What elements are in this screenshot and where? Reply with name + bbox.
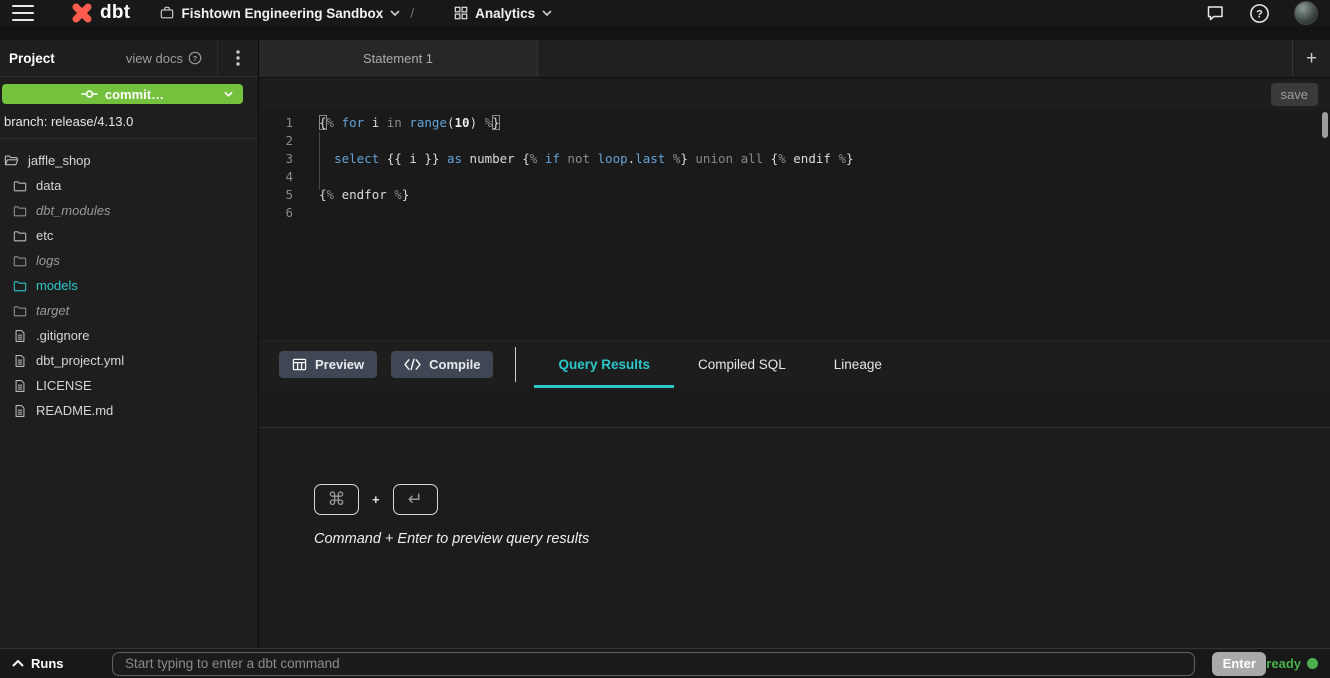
chat-icon[interactable] [1205, 3, 1225, 23]
file-icon [13, 354, 27, 368]
svg-text:?: ? [1256, 8, 1263, 20]
enter-key-icon: ↵ [393, 484, 438, 515]
command-bar: Runs Enter ready [0, 648, 1330, 678]
tree-item-jaffle-shop[interactable]: jaffle_shop [0, 148, 258, 173]
tree-item-gitignore[interactable]: .gitignore [0, 323, 258, 348]
command-key-icon: ⌘ [314, 484, 359, 515]
commit-button[interactable]: commit… [2, 84, 243, 104]
tab-query-results[interactable]: Query Results [534, 341, 674, 388]
folder-icon [13, 204, 27, 218]
plus-separator: + [372, 492, 380, 507]
brand-text: dbt [100, 2, 130, 24]
folder-icon [13, 304, 27, 318]
file-icon [13, 404, 27, 418]
results-toolbar: Preview Compile Query Results Compiled S… [259, 341, 1330, 388]
git-commit-icon [81, 88, 98, 100]
dbt-logo[interactable]: dbt [70, 1, 130, 25]
new-tab-button[interactable]: + [1292, 40, 1330, 77]
editor-gutter: 123456 [259, 110, 293, 340]
code-editor[interactable]: 123456 {% for i in range(10) %} select {… [259, 110, 1330, 341]
file-icon [13, 329, 27, 343]
dbt-logo-icon [70, 1, 94, 25]
svg-text:?: ? [193, 54, 198, 63]
folder-icon [13, 179, 27, 193]
tree-item-etc[interactable]: etc [0, 223, 258, 248]
breadcrumb-separator: / [410, 5, 414, 21]
branch-label: branch: release/4.13.0 [0, 104, 258, 129]
save-button[interactable]: save [1271, 83, 1318, 106]
results-tabs: Query Results Compiled SQL Lineage [534, 341, 905, 388]
compile-button[interactable]: Compile [391, 351, 493, 378]
tree-item-license[interactable]: LICENSE [0, 373, 258, 398]
folder-icon [13, 229, 27, 243]
runs-toggle[interactable]: Runs [12, 656, 112, 671]
chevron-down-icon [224, 91, 233, 97]
sidebar-menu-button[interactable] [217, 40, 258, 76]
status-dot [1307, 658, 1318, 669]
table-icon [292, 357, 307, 372]
folder-icon [13, 254, 27, 268]
chevron-down-icon [542, 10, 552, 16]
environment-name: Analytics [475, 6, 535, 21]
editor-tab-bar: Statement 1 + [259, 40, 1330, 78]
briefcase-icon [160, 6, 174, 20]
dbt-command-input[interactable] [112, 652, 1195, 676]
chevron-up-icon [12, 660, 24, 667]
tree-item-dbt-project-yml[interactable]: dbt_project.yml [0, 348, 258, 373]
sidebar-title: Project [9, 51, 55, 66]
editor-action-row: save [259, 78, 1330, 110]
shortcut-keys: ⌘ + ↵ [314, 484, 1330, 515]
kebab-icon [236, 50, 240, 66]
bracket-guide-line [319, 132, 320, 190]
file-icon [13, 379, 27, 393]
editor-panel: Statement 1 + save 123456 {% for i in ra… [258, 40, 1330, 648]
account-selector[interactable]: Fishtown Engineering Sandbox [160, 6, 400, 21]
chevron-down-icon [390, 10, 400, 16]
grid-icon [454, 6, 468, 20]
plus-icon: + [1306, 48, 1317, 70]
question-circle-icon: ? [188, 51, 202, 65]
status-text: ready [1266, 656, 1301, 671]
tab-compiled-sql[interactable]: Compiled SQL [674, 341, 810, 388]
user-avatar[interactable] [1294, 1, 1318, 25]
editor-scrollbar[interactable] [1322, 112, 1328, 138]
tab-statement-1[interactable]: Statement 1 [259, 40, 538, 77]
preview-button[interactable]: Preview [279, 351, 377, 378]
enter-button[interactable]: Enter [1212, 652, 1266, 676]
tree-item-data[interactable]: data [0, 173, 258, 198]
tree-item-models[interactable]: models [0, 273, 258, 298]
environment-selector[interactable]: Analytics [454, 6, 552, 21]
help-icon[interactable]: ? [1249, 3, 1270, 24]
hamburger-menu-icon[interactable] [12, 5, 34, 21]
tab-lineage[interactable]: Lineage [810, 341, 906, 388]
folder-open-icon [4, 153, 19, 168]
file-tree: jaffle_shop data dbt_modules etc [0, 139, 258, 423]
code-icon [404, 358, 421, 371]
empty-state-hint: Command + Enter to preview query results [314, 531, 1330, 547]
folder-icon [13, 279, 27, 293]
file-explorer-sidebar: Project view docs ? commit… [0, 40, 258, 648]
tree-item-target[interactable]: target [0, 298, 258, 323]
top-bar: dbt Fishtown Engineering Sandbox / Analy… [0, 0, 1330, 26]
toolbar-divider [515, 347, 516, 382]
results-subheader [259, 388, 1330, 428]
tree-item-dbt-modules[interactable]: dbt_modules [0, 198, 258, 223]
account-name: Fishtown Engineering Sandbox [181, 6, 383, 21]
status-indicator: ready [1266, 656, 1318, 671]
query-results-pane: ⌘ + ↵ Command + Enter to preview query r… [259, 428, 1330, 648]
tree-item-logs[interactable]: logs [0, 248, 258, 273]
code-lines[interactable]: {% for i in range(10) %} select {{ i }} … [293, 110, 1330, 340]
view-docs-link[interactable]: view docs ? [126, 51, 217, 66]
tree-item-readme[interactable]: README.md [0, 398, 258, 423]
